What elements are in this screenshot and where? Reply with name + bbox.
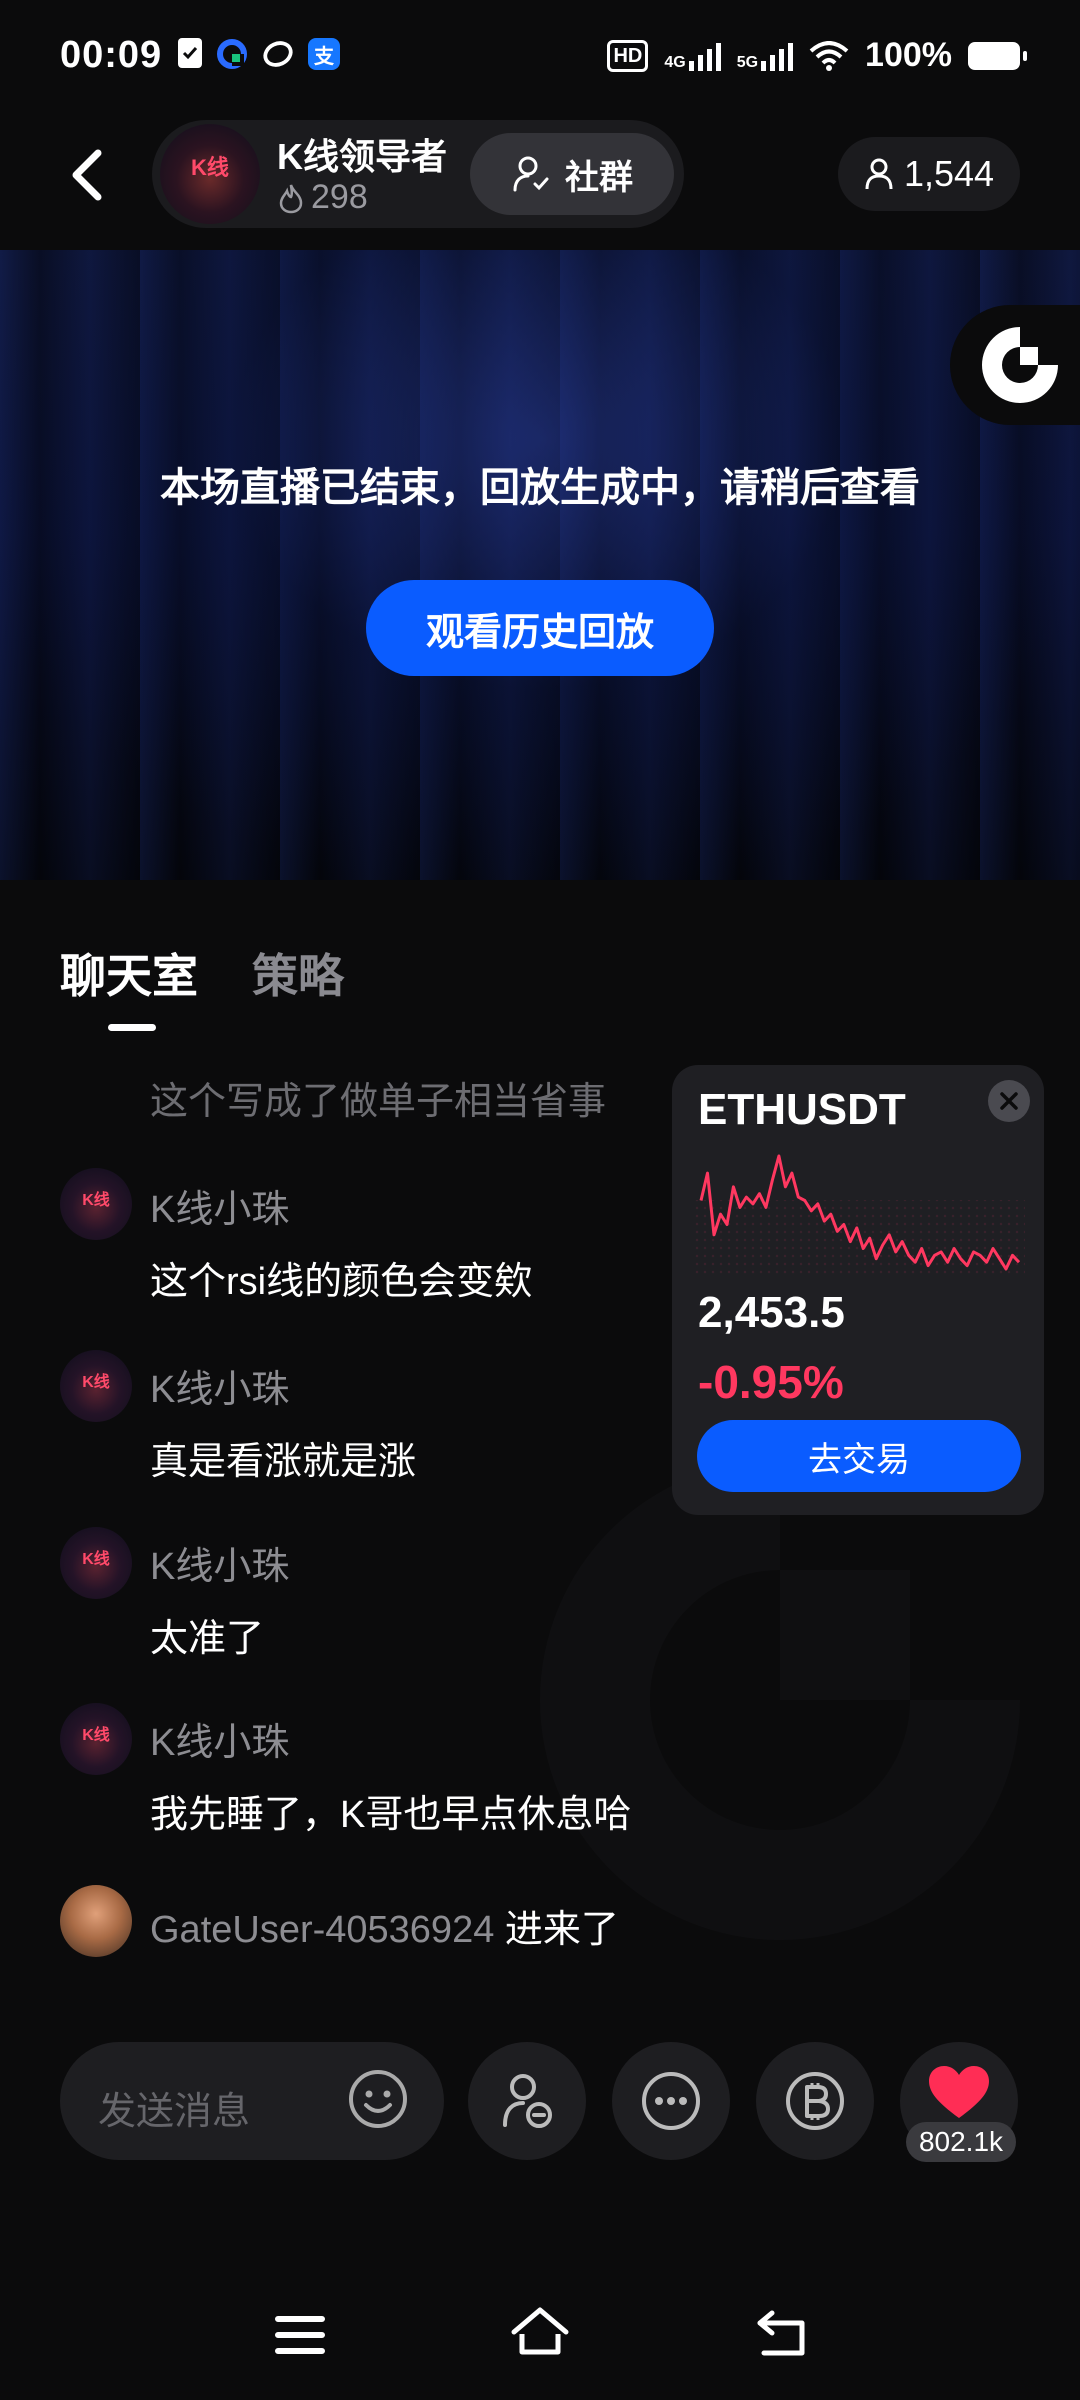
like-count: 802.1k (906, 2122, 1016, 2162)
chat-username[interactable]: K线小珠 (150, 1535, 289, 1590)
join-event: GateUser-40536924 进来了 (150, 1898, 619, 1953)
bitcoin-icon (786, 2072, 844, 2130)
tab-strategy[interactable]: 策略 (252, 940, 344, 1006)
viewer-count[interactable]: 1,544 (838, 137, 1020, 211)
chat-avatar[interactable]: K线 (60, 1703, 132, 1775)
gate-watermark-icon (540, 1460, 1020, 1940)
stream-ended-message: 本场直播已结束，回放生成中，请稍后查看 (160, 466, 920, 510)
wifi-icon (809, 40, 849, 71)
join-user-avatar[interactable] (60, 1885, 132, 1957)
chat-username[interactable]: K线小珠 (150, 1358, 289, 1413)
host-name: K线领导者 (277, 136, 447, 177)
battery-percent: 100% (865, 36, 952, 74)
close-ticker-button[interactable] (988, 1080, 1030, 1122)
gate-logo-badge[interactable] (950, 305, 1080, 425)
ticker-symbol: ETHUSDT (698, 1085, 906, 1134)
chat-message-text: 真是看涨就是涨 (150, 1441, 417, 1483)
community-button[interactable]: 社群 (470, 133, 674, 215)
nav-back-button[interactable] (752, 2305, 812, 2365)
chat-username[interactable]: K线小珠 (150, 1711, 289, 1766)
status-indicators: HD 4G 5G 100% (607, 36, 1027, 75)
signal-4g-icon: 4G (664, 41, 721, 71)
heart-icon (929, 2066, 989, 2118)
home-icon (511, 2307, 569, 2355)
signal-5g-icon: 5G (737, 41, 794, 71)
more-button[interactable] (612, 2042, 730, 2160)
active-tab-indicator (108, 1024, 156, 1031)
chat-message-text: 我先睡了，K哥也早点休息哈 (150, 1794, 632, 1836)
clipboard-icon (178, 38, 202, 68)
battery-icon (968, 41, 1027, 70)
send-message-placeholder: 发送消息 (98, 2091, 251, 2133)
nav-home-button[interactable] (510, 2302, 570, 2362)
person-icon (865, 158, 893, 190)
nav-menu-button[interactable] (270, 2305, 330, 2365)
browser-icon (216, 38, 248, 70)
status-time: 00:09 (60, 34, 163, 76)
chevron-left-icon (72, 149, 102, 201)
back-button[interactable] (64, 145, 114, 205)
chat-avatar[interactable]: K线 (60, 1168, 132, 1240)
tab-chat-room[interactable]: 聊天室 (60, 940, 198, 1006)
gate-logo-icon (982, 327, 1058, 403)
chat-message-text: 这个rsi线的颜色会变欸 (150, 1261, 533, 1303)
chat-avatar[interactable]: K线 (60, 1350, 132, 1422)
smiley-icon (349, 2070, 407, 2128)
user-minus-icon (503, 2074, 552, 2128)
bitcoin-tip-button[interactable] (756, 2042, 874, 2160)
host-avatar[interactable]: K线 (160, 124, 260, 224)
status-app-icons: 支 (178, 38, 340, 70)
emoji-button[interactable] (346, 2067, 410, 2131)
chat-username[interactable]: K线小珠 (150, 1178, 289, 1233)
more-dots-icon (642, 2072, 700, 2130)
menu-icon (275, 2316, 325, 2354)
ticker-price: 2,453.5 (698, 1288, 845, 1337)
follow-user-button[interactable] (468, 2042, 586, 2160)
chat-message-text: 太准了 (150, 1618, 265, 1660)
go-trade-button[interactable]: 去交易 (697, 1420, 1021, 1492)
join-action: 进来了 (494, 1909, 619, 1951)
join-username[interactable]: GateUser-40536924 (150, 1909, 494, 1951)
live-video-area (0, 250, 1080, 880)
back-arrow-icon (757, 2310, 805, 2356)
alipay-icon: 支 (308, 38, 340, 70)
ticker-sparkline (695, 1154, 1025, 1275)
community-icon (513, 156, 549, 192)
chat-avatar[interactable]: K线 (60, 1527, 132, 1599)
ticker-change: -0.95% (698, 1356, 844, 1408)
status-bar: 00:09 支 HD 4G 5G 100% (0, 0, 1080, 110)
host-heat: 298 (277, 178, 368, 217)
watch-replay-button[interactable]: 观看历史回放 (366, 580, 714, 676)
chat-message-faded: 这个写成了做单子相当省事 (150, 1081, 607, 1123)
flame-icon (279, 184, 303, 213)
hd-badge: HD (607, 39, 649, 72)
close-icon (1000, 1092, 1018, 1110)
swirl-app-icon (262, 38, 294, 70)
